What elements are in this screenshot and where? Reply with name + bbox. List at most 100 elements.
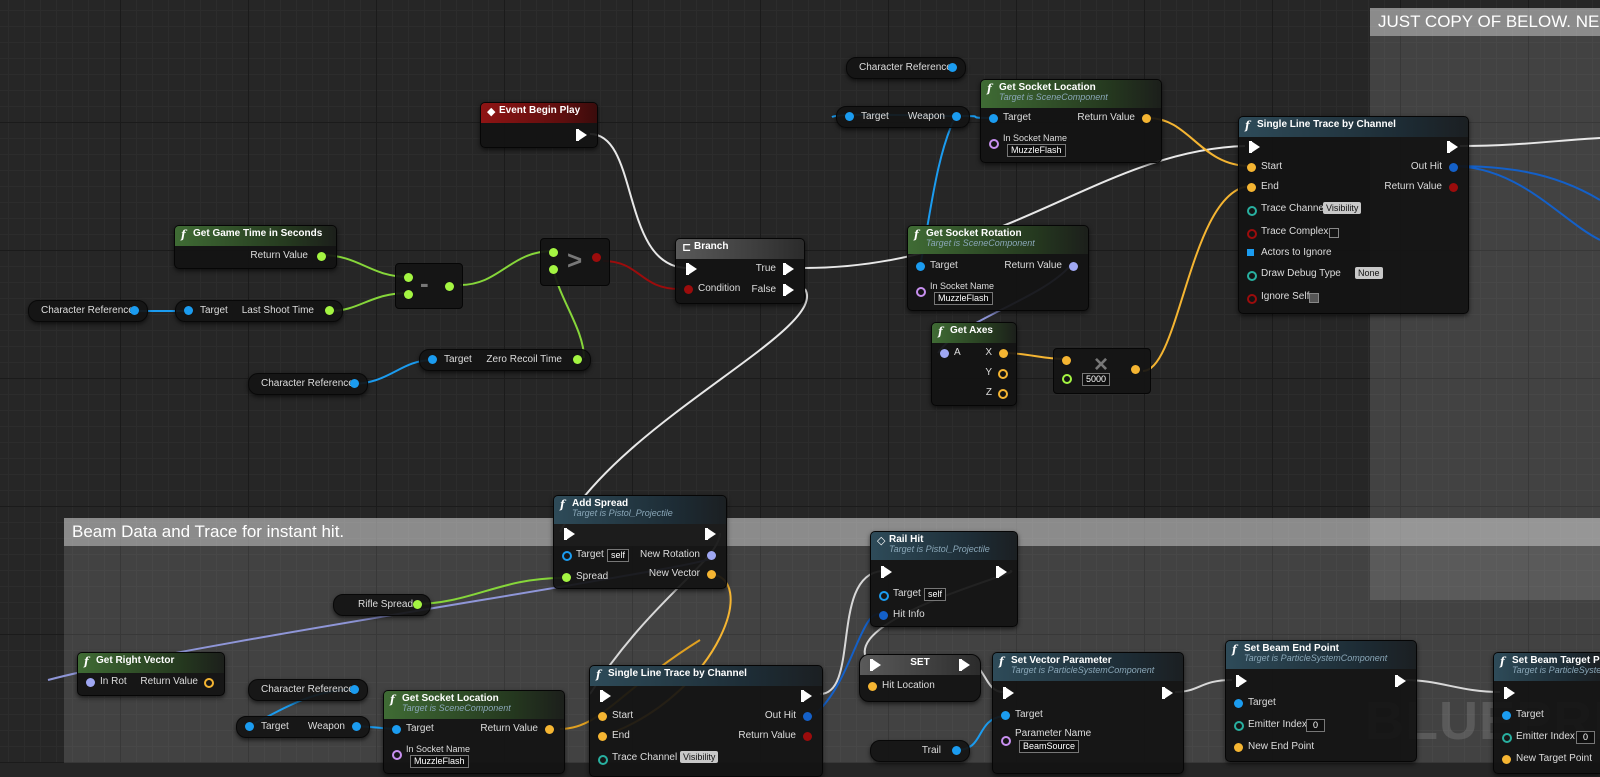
object-pin[interactable] — [1234, 699, 1243, 708]
parameter-name-field[interactable]: BeamSource — [1019, 740, 1080, 753]
float-pin[interactable] — [404, 273, 413, 282]
vector-pin[interactable] — [998, 369, 1008, 379]
name-pin[interactable] — [916, 287, 926, 297]
object-pin[interactable] — [952, 112, 961, 121]
object-pin[interactable] — [562, 551, 572, 561]
var-character-reference[interactable]: Character Reference — [248, 679, 368, 701]
exec-in-pin[interactable] — [686, 263, 697, 275]
exec-in-pin[interactable] — [1003, 687, 1014, 699]
target-self-field[interactable]: self — [607, 549, 630, 562]
exec-in-pin[interactable] — [870, 659, 881, 671]
struct-pin[interactable] — [1449, 163, 1458, 172]
bool-pin[interactable] — [1247, 294, 1257, 304]
node-get-socket-location[interactable]: f Get Socket Location Target is SceneCom… — [980, 79, 1162, 163]
multiplier-field[interactable]: 5000 — [1082, 373, 1111, 386]
node-add-spread[interactable]: f Add Spread Target is Pistol_Projectile… — [553, 495, 727, 589]
node-set-beam-end-point[interactable]: f Set Beam End Point Target is ParticleS… — [1225, 640, 1417, 762]
trace-complex-checkbox[interactable] — [1329, 228, 1339, 238]
bool-pin[interactable] — [1247, 229, 1257, 239]
object-pin[interactable] — [952, 746, 961, 755]
object-pin[interactable] — [428, 355, 437, 364]
object-pin[interactable] — [350, 379, 359, 388]
node-subtract[interactable]: - — [395, 263, 463, 309]
node-branch[interactable]: ⊏ Branch Condition True False — [675, 238, 805, 304]
trace-channel-dropdown[interactable]: Visibility — [680, 751, 719, 763]
rotator-pin[interactable] — [1069, 262, 1078, 271]
enum-pin[interactable] — [1247, 271, 1257, 281]
vector-pin[interactable] — [598, 712, 607, 721]
name-pin[interactable] — [989, 139, 999, 149]
node-set-vector-parameter[interactable]: f Set Vector Parameter Target is Particl… — [992, 652, 1184, 774]
exec-in-pin[interactable] — [564, 528, 575, 540]
rotator-pin[interactable] — [86, 678, 95, 687]
object-pin[interactable] — [352, 722, 361, 731]
ignore-self-checkbox[interactable] — [1309, 293, 1319, 303]
channel-pin[interactable] — [598, 755, 608, 765]
object-pin[interactable] — [245, 722, 254, 731]
channel-pin[interactable] — [1247, 206, 1257, 216]
vector-pin[interactable] — [868, 682, 877, 691]
float-pin[interactable] — [562, 573, 571, 582]
vector-pin[interactable] — [1142, 114, 1151, 123]
exec-in-pin[interactable] — [1236, 675, 1247, 687]
name-pin[interactable] — [1001, 736, 1011, 746]
float-pin[interactable] — [549, 265, 558, 274]
node-get-axes[interactable]: f Get Axes A X Y Z — [931, 322, 1017, 406]
vector-pin[interactable] — [998, 389, 1008, 399]
struct-pin[interactable] — [879, 611, 888, 620]
bool-pin[interactable] — [1449, 183, 1458, 192]
object-pin[interactable] — [130, 306, 139, 315]
name-pin[interactable] — [392, 750, 402, 760]
target-self-field[interactable]: self — [924, 588, 947, 601]
exec-out-pin[interactable] — [801, 690, 812, 702]
socket-name-field[interactable]: MuzzleFlash — [410, 755, 469, 768]
var-character-reference[interactable]: Character Reference — [846, 57, 966, 79]
exec-in-pin[interactable] — [1249, 141, 1260, 153]
var-trail[interactable]: Trail — [870, 740, 970, 762]
array-pin[interactable] — [1247, 249, 1254, 256]
exec-out-pin[interactable] — [705, 528, 716, 540]
vector-pin[interactable] — [1247, 183, 1256, 192]
float-pin[interactable] — [404, 290, 413, 299]
exec-out-pin[interactable] — [1395, 675, 1406, 687]
exec-out-pin[interactable] — [996, 566, 1007, 578]
exec-true-pin[interactable] — [783, 263, 794, 275]
var-character-reference[interactable]: Character Reference — [28, 300, 148, 322]
vector-pin[interactable] — [707, 570, 716, 579]
var-rifle-spread[interactable]: Rifle Spread — [333, 594, 431, 616]
node-single-line-trace[interactable]: f Single Line Trace by Channel Start Out … — [1238, 116, 1469, 314]
bool-pin[interactable] — [684, 285, 693, 294]
vector-pin[interactable] — [1062, 356, 1071, 365]
node-greater-than[interactable]: > — [540, 238, 610, 286]
node-get-right-vector[interactable]: f Get Right Vector In Rot Return Value — [77, 652, 225, 696]
object-pin[interactable] — [879, 591, 889, 601]
object-pin[interactable] — [1001, 711, 1010, 720]
float-pin[interactable] — [325, 306, 334, 315]
bool-pin[interactable] — [803, 732, 812, 741]
exec-in-pin[interactable] — [1504, 687, 1515, 699]
exec-false-pin[interactable] — [783, 284, 794, 296]
float-pin[interactable] — [445, 282, 454, 291]
float-pin[interactable] — [549, 248, 558, 257]
exec-in-pin[interactable] — [600, 690, 611, 702]
trace-channel-dropdown[interactable]: Visibility — [1323, 202, 1362, 214]
rotator-pin[interactable] — [940, 349, 949, 358]
node-get-socket-rotation[interactable]: f Get Socket Rotation Target is SceneCom… — [907, 225, 1089, 311]
exec-out-pin[interactable] — [959, 659, 970, 671]
object-pin[interactable] — [1502, 711, 1511, 720]
float-pin[interactable] — [1062, 374, 1072, 384]
node-event-begin-play[interactable]: ◆ Event Begin Play — [480, 102, 598, 148]
node-rail-hit[interactable]: ◇ Rail Hit Target is Pistol_Projectile T… — [870, 531, 1018, 627]
object-pin[interactable] — [845, 112, 854, 121]
vector-pin[interactable] — [1247, 163, 1256, 172]
float-pin[interactable] — [573, 355, 582, 364]
object-pin[interactable] — [184, 306, 193, 315]
socket-name-field[interactable]: MuzzleFlash — [1007, 144, 1066, 157]
node-get-last-shoot-time[interactable]: Target Last Shoot Time — [175, 300, 343, 322]
rotator-pin[interactable] — [707, 551, 716, 560]
node-get-game-time[interactable]: f Get Game Time in Seconds Return Value — [174, 225, 337, 269]
vector-pin[interactable] — [204, 678, 214, 688]
exec-in-pin[interactable] — [881, 566, 892, 578]
vector-pin[interactable] — [999, 349, 1008, 358]
node-multiply[interactable]: × 5000 — [1053, 348, 1151, 394]
